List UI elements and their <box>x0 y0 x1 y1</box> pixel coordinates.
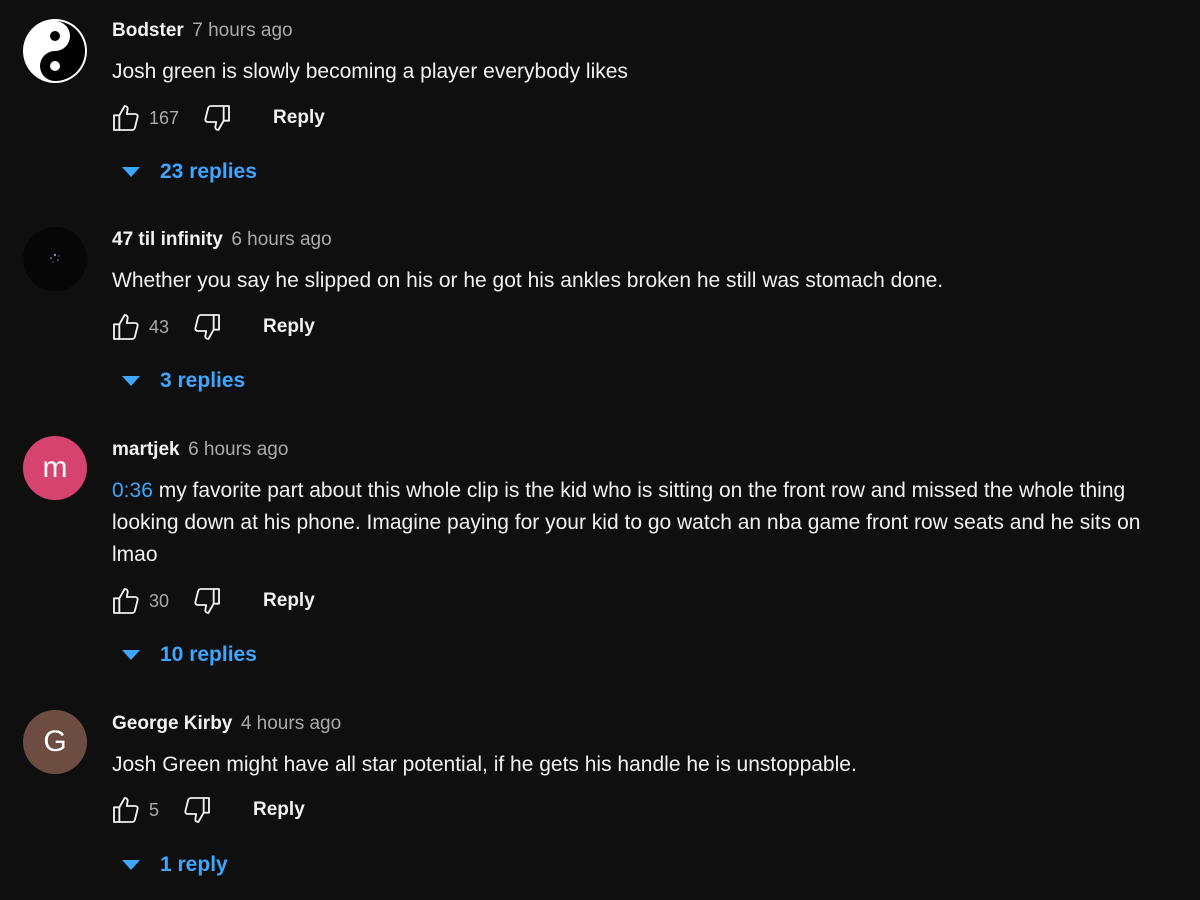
thumbs-up-icon[interactable] <box>110 794 142 826</box>
comment-time[interactable]: 4 hours ago <box>241 713 341 734</box>
timestamp-link[interactable]: 0:36 <box>112 479 153 502</box>
reply-button[interactable]: Reply <box>273 107 325 129</box>
comment-author[interactable]: 47 til infinity <box>112 229 223 250</box>
avatar[interactable] <box>23 19 87 83</box>
comment-text: 0:36 my favorite part about this whole c… <box>112 475 1200 571</box>
caret-down-icon <box>122 650 140 660</box>
like-count: 30 <box>149 590 170 611</box>
comment-text-line: looking down at his phone. Imagine payin… <box>112 511 1141 534</box>
comment-time[interactable]: 6 hours ago <box>231 229 331 250</box>
comment-actions: 30 Reply <box>110 584 315 618</box>
replies-label: 23 replies <box>160 160 257 183</box>
comment-text-line: lmao <box>112 543 158 566</box>
comment-header: Bodster 7 hours ago <box>112 19 1200 43</box>
comment-actions: 43 Reply <box>110 310 315 344</box>
comment-text: Whether you say he slipped on his or he … <box>112 269 944 292</box>
comment-author[interactable]: martjek <box>112 439 180 460</box>
thumbs-down-icon[interactable] <box>191 311 223 343</box>
avatar[interactable]: G <box>23 710 87 774</box>
comment-actions: 167 Reply <box>110 101 325 135</box>
comment-time[interactable]: 7 hours ago <box>192 20 292 41</box>
like-count: 167 <box>149 107 180 128</box>
reply-button[interactable]: Reply <box>263 590 315 612</box>
thumbs-up-icon[interactable] <box>110 102 142 134</box>
avatar-letter: G <box>43 725 67 758</box>
dark-sparkle-avatar <box>23 227 87 291</box>
thumbs-down-icon[interactable] <box>201 102 233 134</box>
like-count: 5 <box>149 799 160 820</box>
replies-label: 10 replies <box>160 643 257 666</box>
avatar-letter: m <box>42 451 68 484</box>
comment-actions: 5 Reply <box>110 793 305 827</box>
comment-time[interactable]: 6 hours ago <box>188 439 288 460</box>
view-replies-button[interactable]: 10 replies <box>122 640 257 670</box>
comment-text-segment: my favorite part about this whole clip i… <box>152 479 1126 502</box>
comment-author[interactable]: George Kirby <box>112 713 232 734</box>
view-replies-button[interactable]: 1 reply <box>122 850 228 880</box>
view-replies-button[interactable]: 23 replies <box>122 157 257 187</box>
reply-button[interactable]: Reply <box>263 316 315 338</box>
comment-header: martjek 6 hours ago <box>112 438 1200 462</box>
thumbs-down-icon[interactable] <box>191 585 223 617</box>
caret-down-icon <box>122 860 140 870</box>
comment-header: 47 til infinity 6 hours ago <box>112 228 1200 252</box>
caret-down-icon <box>122 167 140 177</box>
comment-header: George Kirby 4 hours ago <box>112 712 1200 736</box>
thumbs-up-icon[interactable] <box>110 311 142 343</box>
replies-label: 3 replies <box>160 369 246 392</box>
yin-yang-icon <box>25 21 85 81</box>
comment-text: Josh green is slowly becoming a player e… <box>112 60 628 83</box>
caret-down-icon <box>122 376 140 386</box>
replies-label: 1 reply <box>160 853 228 876</box>
like-count: 43 <box>149 316 170 337</box>
comment-text: Josh Green might have all star potential… <box>112 753 857 776</box>
comment-author[interactable]: Bodster <box>112 20 184 41</box>
reply-button[interactable]: Reply <box>253 799 305 821</box>
avatar[interactable] <box>23 227 87 291</box>
comment-text-line: 0:36 my favorite part about this whole c… <box>112 475 1200 507</box>
thumbs-up-icon[interactable] <box>110 585 142 617</box>
thumbs-down-icon[interactable] <box>181 794 213 826</box>
avatar[interactable]: m <box>23 436 87 500</box>
view-replies-button[interactable]: 3 replies <box>122 366 245 396</box>
